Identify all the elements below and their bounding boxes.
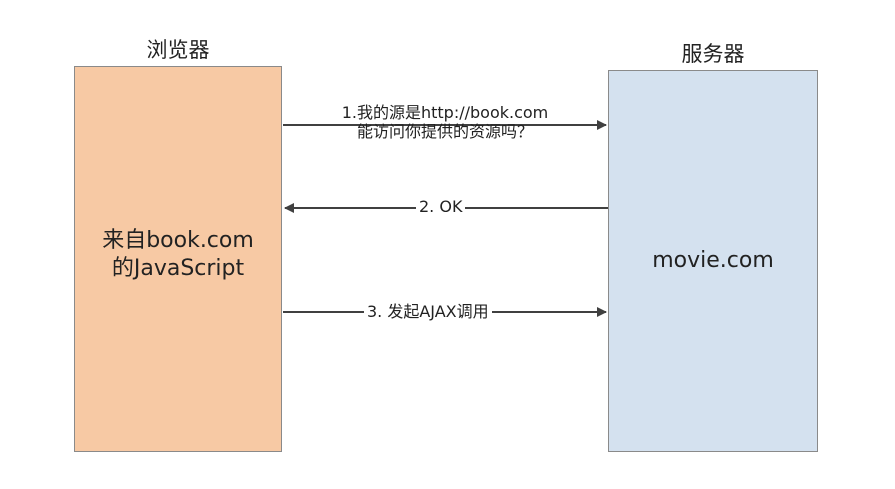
- arrows-layer: [283, 120, 608, 317]
- message-3: 3. 发起AJAX调用: [364, 302, 492, 321]
- message-1-line1: 1.我的源是http://book.com: [339, 103, 551, 122]
- message-2: 2. OK: [416, 197, 466, 216]
- message-1: 1.我的源是http://book.com 能访问你提供的资源吗？: [320, 103, 570, 141]
- message-1-line2: 能访问你提供的资源吗？: [356, 122, 533, 141]
